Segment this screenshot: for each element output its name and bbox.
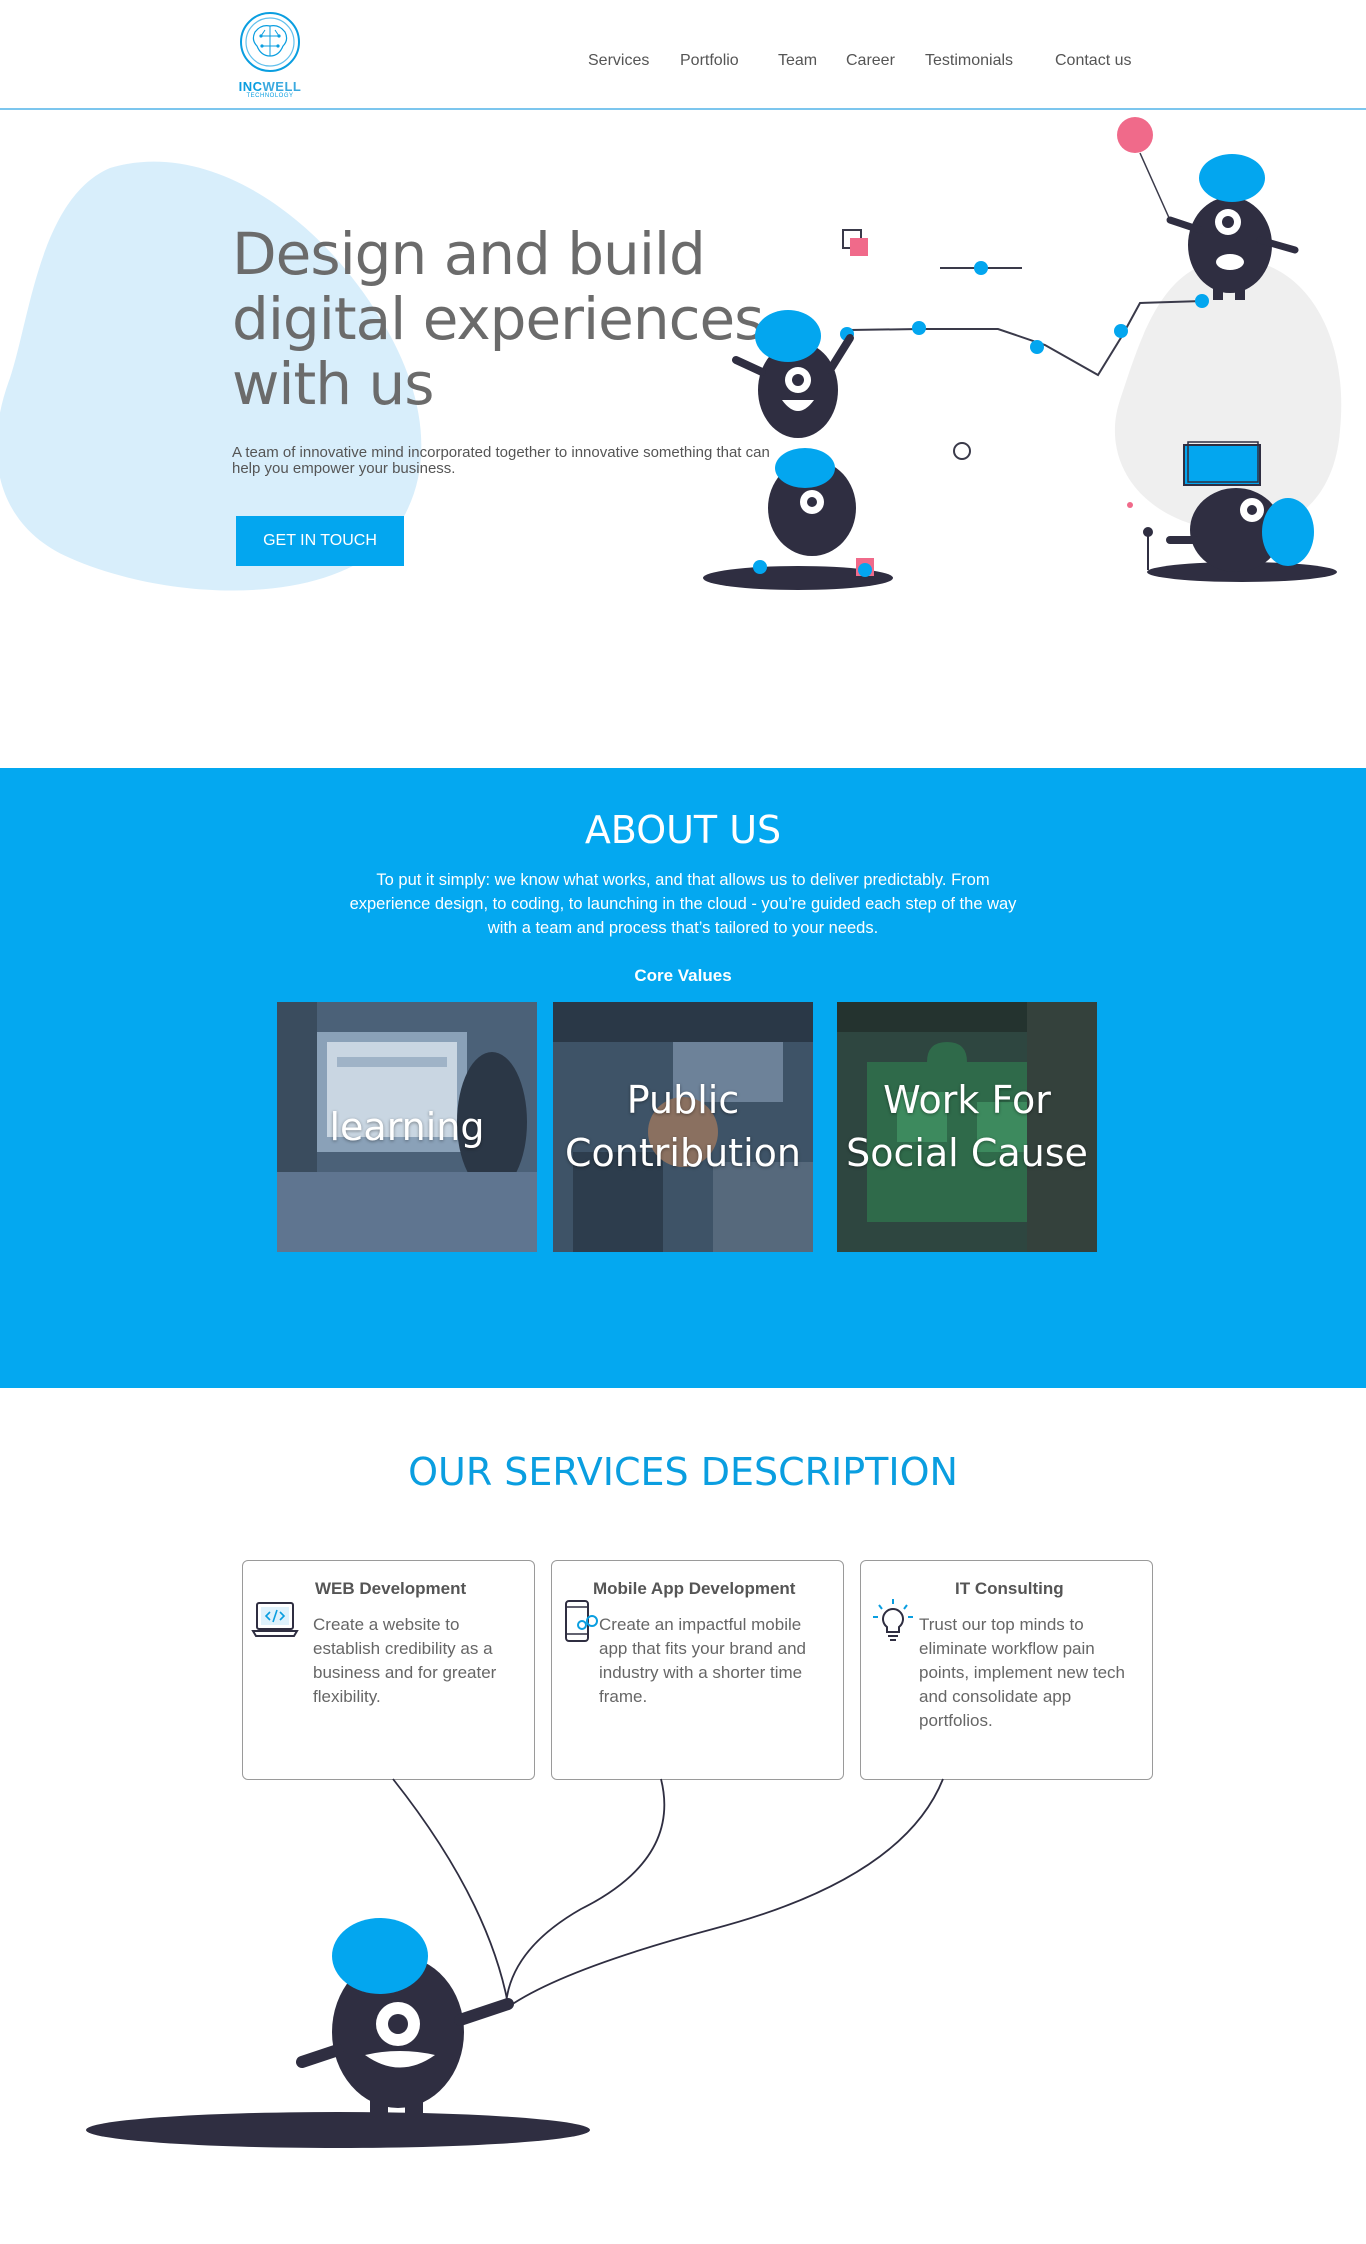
core-value-card-social-cause[interactable]: Work For Social Cause	[837, 1002, 1097, 1252]
core-value-line2: Social Cause	[846, 1131, 1088, 1175]
lightbulb-icon	[873, 1599, 913, 1641]
brand-wordmark[interactable]: INCWELL	[235, 79, 305, 94]
core-value-line1: Work For	[883, 1078, 1051, 1122]
balloon-monster-illustration	[86, 1778, 944, 2148]
core-value-title: Work For Social Cause	[837, 1002, 1097, 1252]
about-section: ABOUT US To put it simply: we know what …	[0, 768, 1366, 1388]
service-description: Create an impactful mobile app that fits…	[599, 1615, 806, 1706]
site-header: INCWELL TECHNOLOGY Services Portfolio Te…	[0, 0, 1366, 110]
about-description: To put it simply: we know what works, an…	[349, 871, 1017, 937]
brand-tagline: TECHNOLOGY	[246, 93, 294, 99]
service-title: Mobile App Development	[593, 1579, 796, 1598]
nav-career[interactable]: Career	[846, 52, 895, 70]
brand-name-part2: WELL	[262, 79, 302, 94]
core-value-line1: learning	[329, 1104, 485, 1149]
core-value-title: Public Contribution	[553, 1002, 813, 1252]
core-value-line1: Public	[626, 1078, 740, 1122]
service-description: Create a website to establish credibilit…	[313, 1615, 497, 1706]
hero-title-line3: with us	[232, 350, 434, 418]
service-title: IT Consulting	[955, 1579, 1064, 1598]
hero-monsters-illustration	[703, 117, 1342, 590]
brand-name-part1: INC	[238, 79, 263, 94]
hero-title-line2: digital experiences	[232, 285, 764, 353]
service-card-web-development[interactable]: WEB Development Create a website to esta…	[242, 1560, 535, 1780]
laptop-code-icon	[251, 1602, 299, 1637]
nav-portfolio[interactable]: Portfolio	[680, 52, 739, 70]
core-values-label: Core Values	[634, 966, 732, 985]
nav-team[interactable]: Team	[778, 52, 817, 70]
nav-contact-us[interactable]: Contact us	[1055, 52, 1131, 70]
main-nav: Services Portfolio Team Career Testimoni…	[0, 52, 1366, 72]
core-value-title: learning	[277, 1002, 537, 1252]
service-card-mobile-app-development[interactable]: Mobile App Development Create an impactf…	[551, 1560, 844, 1780]
service-description: Trust our top minds to eliminate workflo…	[919, 1615, 1125, 1730]
core-value-card-learning[interactable]: learning	[277, 1002, 537, 1252]
about-title: ABOUT US	[584, 808, 782, 852]
hero-title-line1: Design and build	[232, 220, 706, 288]
core-value-card-public-contribution[interactable]: Public Contribution	[553, 1002, 813, 1252]
core-value-line2: Contribution	[565, 1131, 801, 1175]
service-title: WEB Development	[315, 1579, 467, 1598]
get-in-touch-button[interactable]: GET IN TOUCH	[236, 516, 404, 566]
service-card-it-consulting[interactable]: IT Consulting Trust our top minds to eli…	[860, 1560, 1153, 1780]
hero-subtitle: A team of innovative mind incorporated t…	[232, 444, 770, 477]
nav-testimonials[interactable]: Testimonials	[925, 52, 1013, 70]
services-title: OUR SERVICES DESCRIPTION	[408, 1450, 958, 1494]
nav-services[interactable]: Services	[588, 52, 649, 70]
